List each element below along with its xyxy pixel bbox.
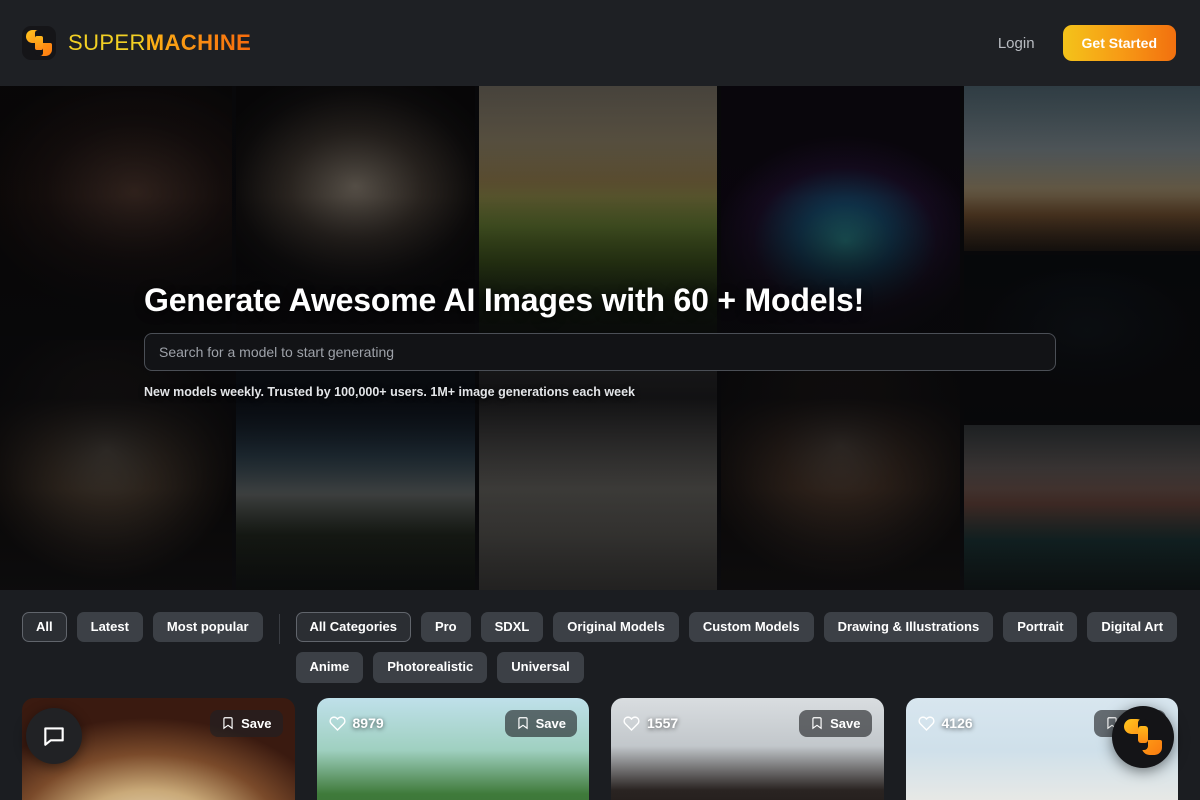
filter-pill-original-models[interactable]: Original Models <box>553 612 679 643</box>
heart-icon <box>917 715 935 731</box>
save-button[interactable]: Save <box>799 709 872 737</box>
filter-pill-anime[interactable]: Anime <box>295 652 364 683</box>
sort-filter-group: All Latest Most popular <box>22 612 279 643</box>
filter-pill-universal[interactable]: Universal <box>497 652 584 683</box>
filter-pill-sdxl[interactable]: SDXL <box>480 612 544 643</box>
filter-pill-pro[interactable]: Pro <box>420 612 471 643</box>
bookmark-icon <box>517 717 528 730</box>
brand-floating-button[interactable] <box>1112 706 1174 768</box>
brand-word-machine: MACHINE <box>145 30 252 55</box>
save-label: Save <box>535 715 566 731</box>
filter-pill-most-popular[interactable]: Most popular <box>152 612 263 643</box>
like-count: 4126 <box>941 715 973 731</box>
model-card[interactable]: 1557 Save <box>611 698 884 800</box>
filter-pill-portrait[interactable]: Portrait <box>1003 612 1078 643</box>
filter-pill-all-categories[interactable]: All Categories <box>295 612 411 643</box>
site-header: SUPERMACHINE Login Get Started <box>0 0 1200 86</box>
filter-pill-custom-models[interactable]: Custom Models <box>688 612 814 643</box>
save-label: Save <box>241 715 272 731</box>
like-count-group[interactable]: 8979 <box>328 715 384 732</box>
hero-section: Generate Awesome AI Images with 60 + Mod… <box>0 86 1200 590</box>
filter-pill-all[interactable]: All <box>22 612 67 643</box>
heart-icon <box>623 715 640 731</box>
login-link[interactable]: Login <box>998 35 1035 52</box>
card-overlay-bar: 8979 Save <box>317 708 590 738</box>
like-count-group[interactable]: 1557 <box>623 715 678 732</box>
page-title: Generate Awesome AI Images with 60 + Mod… <box>144 282 865 318</box>
chat-bubble-icon <box>44 727 64 746</box>
brand-word-super: SUPER <box>68 30 146 55</box>
chat-widget-button[interactable] <box>26 708 82 764</box>
card-overlay-bar: 1557 Save <box>611 708 884 738</box>
save-button[interactable]: Save <box>504 709 577 737</box>
filter-pill-latest[interactable]: Latest <box>76 612 143 643</box>
like-count-group[interactable]: 4126 <box>917 715 973 732</box>
hero-content: Generate Awesome AI Images with 60 + Mod… <box>144 282 1056 399</box>
like-count: 8979 <box>352 715 384 731</box>
hero-subtitle: New models weekly. Trusted by 100,000+ u… <box>144 384 635 399</box>
filter-pill-drawing-illustrations[interactable]: Drawing & Illustrations <box>823 612 994 643</box>
category-filter-group: All Categories Pro SDXL Original Models … <box>280 612 1178 683</box>
like-count: 1557 <box>647 715 679 731</box>
filter-pill-digital-art[interactable]: Digital Art <box>1087 612 1178 643</box>
bookmark-icon <box>812 717 822 730</box>
model-card-grid: 29 Save 8979 Save <box>0 698 1200 800</box>
heart-icon <box>328 715 346 731</box>
search-input[interactable] <box>144 332 1056 371</box>
brand-wordmark: SUPERMACHINE <box>68 32 251 54</box>
filter-pill-photorealistic[interactable]: Photorealistic <box>373 652 488 683</box>
supermachine-landing-page: SUPERMACHINE Login Get Started Generate … <box>0 0 1200 800</box>
supermachine-logo-icon <box>1123 717 1163 757</box>
supermachine-logo-icon <box>22 26 56 60</box>
brand-logo[interactable]: SUPERMACHINE <box>22 26 251 60</box>
get-started-button[interactable]: Get Started <box>1062 25 1176 61</box>
save-button[interactable]: Save <box>210 709 283 737</box>
header-actions: Login Get Started <box>998 25 1176 61</box>
filter-bar: All Latest Most popular All Categories P… <box>0 590 1200 690</box>
bookmark-icon <box>223 717 233 730</box>
save-label: Save <box>830 715 861 731</box>
model-card[interactable]: 8979 Save <box>316 698 590 800</box>
